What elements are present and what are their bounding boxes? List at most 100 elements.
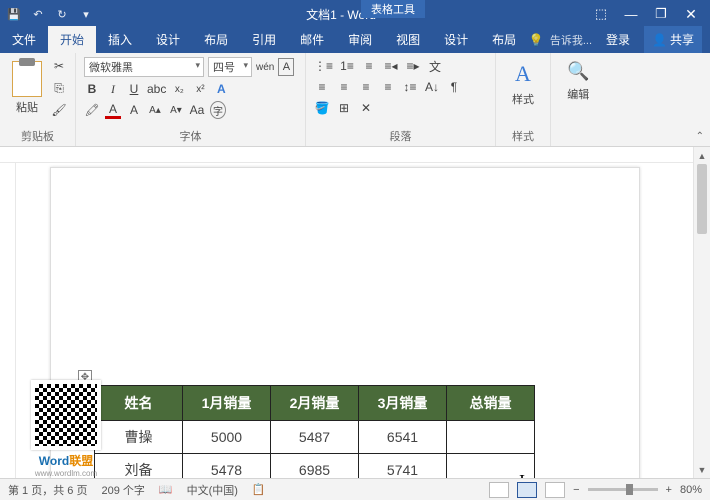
table-row[interactable]: 曹操500054876541 xyxy=(95,421,535,454)
table-row[interactable]: 刘备547869855741 xyxy=(95,454,535,479)
zoom-out-button[interactable]: − xyxy=(573,484,579,496)
collapse-ribbon-icon[interactable]: ⌃ xyxy=(696,131,704,142)
scroll-up-icon[interactable]: ▲ xyxy=(694,147,710,164)
table-cell[interactable] xyxy=(447,421,535,454)
tab-design[interactable]: 设计 xyxy=(144,26,192,53)
tell-me-input[interactable]: 告诉我... xyxy=(550,32,592,48)
tab-table-layout[interactable]: 布局 xyxy=(480,26,528,53)
bold-button[interactable]: B xyxy=(84,80,100,98)
copy-icon[interactable]: ⎘ xyxy=(51,79,67,97)
change-case-icon[interactable]: Aa xyxy=(189,101,205,119)
char-border-icon[interactable]: A xyxy=(278,58,294,76)
read-mode-button[interactable] xyxy=(489,482,509,498)
tab-mailings[interactable]: 邮件 xyxy=(288,26,336,53)
titlebar: 💾 ↶ ↻ ▾ 文档1 - Word 表格工具 ⬚ — ❐ ✕ xyxy=(0,0,710,28)
tab-home[interactable]: 开始 xyxy=(48,26,96,53)
tab-layout[interactable]: 布局 xyxy=(192,26,240,53)
ribbon-options-icon[interactable]: ⬚ xyxy=(588,4,614,24)
group-paragraph: ⋮≡ 1≡ ≡ ≡◂ ≡▸ 文 ≡ ≡ ≡ ≡ ↕≡ A↓ ¶ 🪣 ⊞ ✕ 段落 xyxy=(306,53,496,146)
phonetic-guide-icon[interactable]: wén xyxy=(256,58,274,76)
multilevel-icon[interactable]: ≡ xyxy=(361,57,377,75)
char-shading-icon[interactable]: A xyxy=(126,101,142,119)
print-layout-button[interactable] xyxy=(517,482,537,498)
table-header[interactable]: 1月销量 xyxy=(183,386,271,421)
tab-references[interactable]: 引用 xyxy=(240,26,288,53)
subscript-button[interactable]: x₂ xyxy=(171,80,187,98)
scroll-down-icon[interactable]: ▼ xyxy=(694,461,710,478)
scroll-thumb[interactable] xyxy=(697,164,707,234)
table-cell[interactable]: 5000 xyxy=(183,421,271,454)
tab-file[interactable]: 文件 xyxy=(0,26,48,53)
page-indicator[interactable]: 第 1 页，共 6 页 xyxy=(8,482,87,498)
horizontal-ruler[interactable] xyxy=(0,147,693,163)
group-editing: 🔍 编辑 xyxy=(551,53,605,146)
editing-button[interactable]: 🔍 编辑 xyxy=(559,57,597,106)
table-cell[interactable]: 5478 xyxy=(183,454,271,479)
table-cell[interactable]: 6541 xyxy=(359,421,447,454)
decrease-indent-icon[interactable]: ≡◂ xyxy=(383,57,399,75)
zoom-in-button[interactable]: + xyxy=(666,484,672,496)
shrink-font-icon[interactable]: A▾ xyxy=(168,101,184,119)
enclose-char-icon[interactable]: 字 xyxy=(210,101,226,119)
language-indicator[interactable]: 中文(中国) xyxy=(187,482,238,498)
underline-button[interactable]: U xyxy=(126,80,142,98)
close-icon[interactable]: ✕ xyxy=(678,4,704,24)
tab-view[interactable]: 视图 xyxy=(384,26,432,53)
table-cell[interactable]: 5487 xyxy=(271,421,359,454)
justify-icon[interactable]: ≡ xyxy=(380,78,396,96)
paste-button[interactable]: 粘贴 xyxy=(8,59,46,117)
distribute-icon[interactable]: ✕ xyxy=(358,99,374,117)
redo-icon[interactable]: ↻ xyxy=(54,6,70,22)
bullets-icon[interactable]: ⋮≡ xyxy=(314,57,333,75)
line-spacing-icon[interactable]: ↕≡ xyxy=(402,78,418,96)
share-icon: 👤 xyxy=(652,33,667,47)
show-marks-icon[interactable]: ¶ xyxy=(446,78,462,96)
font-size-select[interactable]: 四号 xyxy=(208,57,252,77)
zoom-slider[interactable] xyxy=(588,488,658,491)
qat-more-icon[interactable]: ▾ xyxy=(78,6,94,22)
table-header[interactable]: 3月销量 xyxy=(359,386,447,421)
save-icon[interactable]: 💾 xyxy=(6,6,22,22)
paste-icon xyxy=(12,61,42,97)
web-layout-button[interactable] xyxy=(545,482,565,498)
font-name-select[interactable]: 微软雅黑 xyxy=(84,57,204,77)
minimize-icon[interactable]: — xyxy=(618,4,644,24)
cut-icon[interactable]: ✂ xyxy=(51,57,67,75)
undo-icon[interactable]: ↶ xyxy=(30,6,46,22)
sort-icon[interactable]: A↓ xyxy=(424,78,440,96)
borders-icon[interactable]: ⊞ xyxy=(336,99,352,117)
table-cell[interactable]: 6985 xyxy=(271,454,359,479)
word-count[interactable]: 209 个字 xyxy=(101,482,144,498)
grow-font-icon[interactable]: A▴ xyxy=(147,101,163,119)
vertical-ruler[interactable] xyxy=(0,163,16,478)
restore-icon[interactable]: ❐ xyxy=(648,4,674,24)
table-cell[interactable]: 5741 xyxy=(359,454,447,479)
tab-insert[interactable]: 插入 xyxy=(96,26,144,53)
tab-review[interactable]: 审阅 xyxy=(336,26,384,53)
text-direction-icon[interactable]: 文 xyxy=(427,57,443,75)
numbering-icon[interactable]: 1≡ xyxy=(339,57,355,75)
font-color-icon[interactable]: A xyxy=(105,101,121,119)
italic-button[interactable]: I xyxy=(105,80,121,98)
insert-mode-icon[interactable]: 📋 xyxy=(252,483,266,496)
align-center-icon[interactable]: ≡ xyxy=(336,78,352,96)
text-effects-icon[interactable]: A xyxy=(213,80,229,98)
spellcheck-icon[interactable]: 📖 xyxy=(159,483,173,496)
align-left-icon[interactable]: ≡ xyxy=(314,78,330,96)
table-header[interactable]: 2月销量 xyxy=(271,386,359,421)
align-right-icon[interactable]: ≡ xyxy=(358,78,374,96)
tab-table-design[interactable]: 设计 xyxy=(432,26,480,53)
superscript-button[interactable]: x² xyxy=(192,80,208,98)
data-table[interactable]: 姓名1月销量2月销量3月销量总销量 曹操500054876541刘备547869… xyxy=(94,385,535,478)
table-header[interactable]: 总销量 xyxy=(447,386,535,421)
format-painter-icon[interactable]: 🖌 xyxy=(51,101,67,119)
shading-icon[interactable]: 🪣 xyxy=(314,99,330,117)
login-button[interactable]: 登录 xyxy=(598,26,638,53)
strikethrough-button[interactable]: abc xyxy=(147,80,166,98)
zoom-level[interactable]: 80% xyxy=(680,484,702,496)
vertical-scrollbar[interactable]: ▲ ▼ xyxy=(693,147,710,478)
share-button[interactable]: 👤共享 xyxy=(644,26,702,53)
highlight-icon[interactable]: 🖍 xyxy=(84,101,100,119)
styles-button[interactable]: A 样式 xyxy=(504,57,542,111)
increase-indent-icon[interactable]: ≡▸ xyxy=(405,57,421,75)
